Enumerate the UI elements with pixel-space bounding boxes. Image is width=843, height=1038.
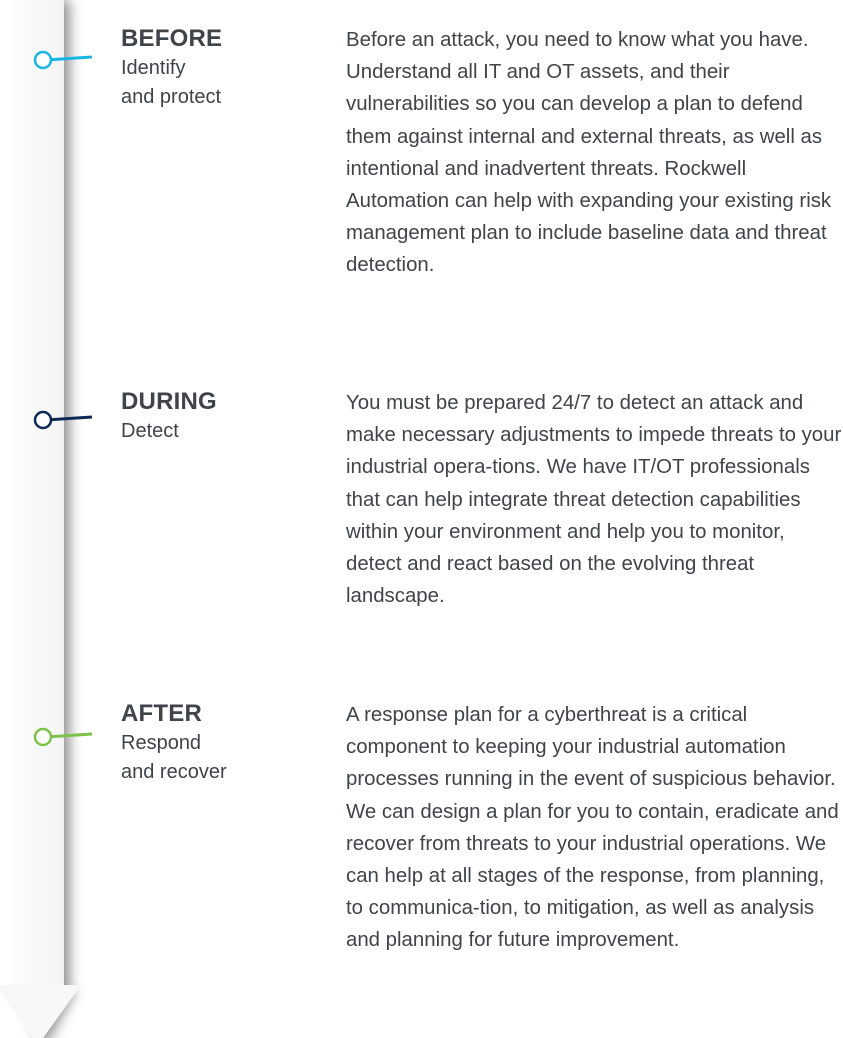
stage-subtitle: Respond and recover: [121, 732, 227, 783]
timeline-graphic: [0, 0, 93, 1038]
stage-description: A response plan for a cyberthreat is a c…: [346, 704, 839, 952]
stage-title: DURING: [121, 388, 217, 415]
stage-subtitle: Identify and protect: [121, 57, 222, 108]
stage-description: Before an attack, you need to know what …: [346, 29, 832, 277]
stage-description: You must be prepared 24/7 to detect an a…: [346, 392, 842, 608]
arrow-down-icon: [0, 985, 81, 1038]
stage-title: BEFORE: [121, 25, 223, 52]
stage-title: AFTER: [121, 700, 202, 727]
stage-subtitle: Detect: [121, 420, 179, 442]
